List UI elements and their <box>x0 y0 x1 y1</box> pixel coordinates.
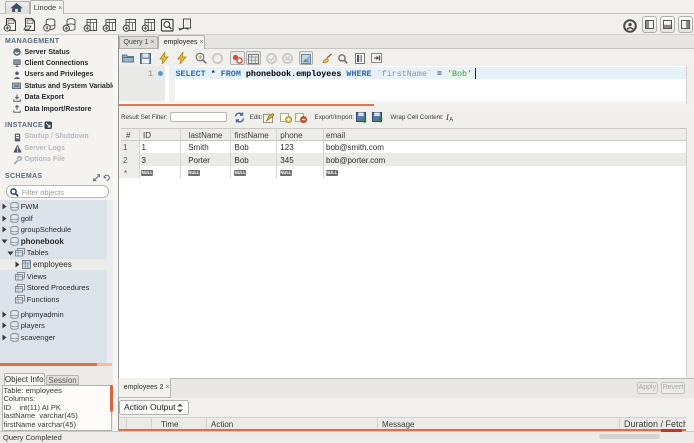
svg-text:A: A <box>449 118 453 122</box>
